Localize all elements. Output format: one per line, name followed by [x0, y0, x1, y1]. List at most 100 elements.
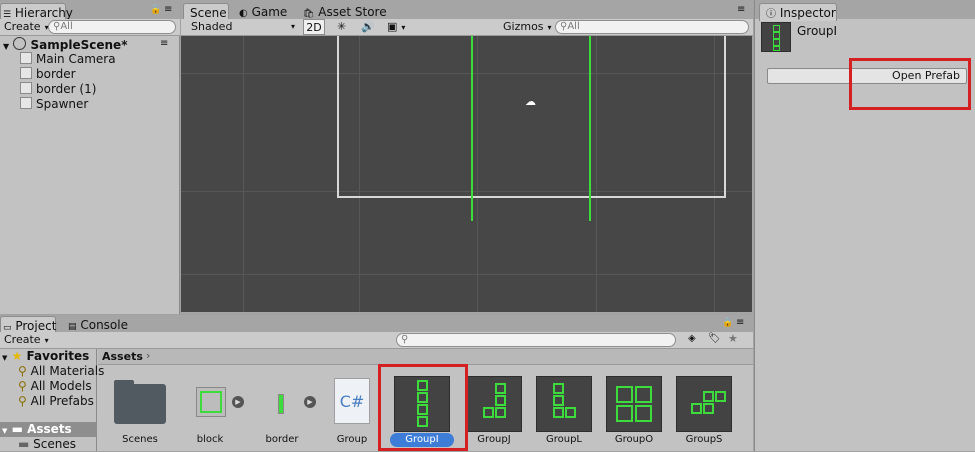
favorite-star-icon[interactable]: ★: [728, 332, 738, 345]
expand-arrow-icon[interactable]: ▼: [2, 427, 7, 435]
project-toolbar: Create ▾ ⚲ ◈ 🏷 ★: [0, 332, 753, 349]
speaker-icon: 🔊: [361, 20, 375, 33]
asset-label: GroupS: [685, 434, 723, 445]
tile-block: [715, 391, 726, 402]
project-search-input[interactable]: ⚲: [396, 333, 676, 347]
csharp-script-icon: C#: [334, 378, 370, 424]
filter-by-label-icon[interactable]: 🏷: [708, 333, 721, 344]
breadcrumb: Assets ›: [98, 349, 753, 365]
star-icon: ★: [11, 349, 23, 363]
folder-tab: [114, 380, 134, 386]
tile-block: [553, 383, 564, 394]
asset-label: Scenes: [122, 434, 158, 445]
hierarchy-toolbar: Create ▾ ⚲All: [0, 19, 180, 36]
dropdown-arrow-icon: ▾: [44, 336, 49, 345]
project-create-dropdown[interactable]: Create ▾: [0, 332, 53, 348]
grid-line: [181, 274, 752, 275]
expand-sprite-arrow-icon[interactable]: ▶: [304, 396, 316, 408]
scene-root-item[interactable]: ▼ SampleScene*: [3, 37, 175, 52]
tile-block: [495, 407, 506, 418]
inspector-object-name: GroupI: [797, 24, 838, 38]
audio-toggle[interactable]: 🔊: [357, 19, 377, 35]
console-icon: ▤: [68, 322, 77, 332]
breadcrumb-chevron-icon: ›: [146, 349, 151, 362]
tab-inspector[interactable]: ⓘ Inspector: [759, 3, 837, 21]
dropdown-arrow-icon: ▾: [547, 23, 552, 32]
hierarchy-item-main-camera[interactable]: Main Camera: [20, 52, 116, 67]
search-icon: ⚲: [401, 334, 409, 345]
gameobject-cube-icon: [20, 52, 32, 64]
favorites-header[interactable]: ▼ ★ Favorites: [2, 349, 89, 364]
favorite-item-all-materials[interactable]: ⚲ All Materials: [18, 364, 104, 379]
scene-toolbar: Shaded ▾ 2D ✳ 🔊 ▣ ▾ Gizmos ▾ ⚲All: [181, 19, 753, 36]
hierarchy-panel: ☰ Hierarchy 🔒 ≡ Create ▾ ⚲All ▼ SampleSce…: [0, 0, 180, 314]
favorite-item-all-prefabs[interactable]: ⚲ All Prefabs: [18, 394, 94, 409]
project-folder-tree: ▼ ★ Favorites ⚲ All Materials ⚲ All Mode…: [0, 349, 104, 452]
tile-block: [703, 391, 714, 402]
gizmos-dropdown[interactable]: Gizmos ▾: [499, 19, 556, 35]
scene-viewport[interactable]: ☁: [181, 36, 752, 312]
tile-block: [703, 403, 714, 414]
prefab-thumbnail: [536, 376, 592, 432]
search-icon: ⚲: [18, 364, 27, 378]
tile-block: [691, 403, 702, 414]
breadcrumb-assets[interactable]: Assets: [102, 350, 143, 363]
scene-menu-icon[interactable]: ≡: [160, 38, 168, 49]
tile-block: [635, 405, 652, 422]
tile-block: [553, 395, 564, 406]
folder-icon: ▬: [18, 437, 30, 451]
audio-source-gizmo-icon[interactable]: ☁: [525, 95, 536, 108]
hierarchy-item-border-1[interactable]: border (1): [20, 82, 96, 97]
border-right-object[interactable]: [589, 36, 591, 221]
hierarchy-create-dropdown[interactable]: Create ▾: [0, 19, 53, 35]
folder-item-assets[interactable]: ▼ ▬ Assets: [0, 422, 97, 437]
lighting-toggle[interactable]: ✳: [333, 19, 353, 35]
sprite-thumbnail: [278, 394, 284, 414]
tile-block: [495, 383, 506, 394]
expand-arrow-icon[interactable]: ▼: [2, 354, 7, 362]
sprite-thumbnail: [196, 387, 226, 417]
prefab-thumbnail: [676, 376, 732, 432]
grid-line: [243, 36, 244, 312]
tile-block: [483, 407, 494, 418]
pacman-icon: ◐: [239, 8, 248, 19]
lock-icon[interactable]: 🔒: [150, 5, 161, 15]
effects-dropdown[interactable]: ▣ ▾: [383, 19, 413, 35]
scene-search-input[interactable]: ⚲All: [555, 20, 749, 34]
favorite-item-all-models[interactable]: ⚲ All Models: [18, 379, 92, 394]
2d-mode-toggle[interactable]: 2D: [303, 19, 325, 35]
prefab-thumbnail: [466, 376, 522, 432]
panel-menu-icon[interactable]: ≡: [736, 317, 744, 328]
tile-block: [565, 407, 576, 418]
expand-arrow-icon[interactable]: ▼: [3, 42, 9, 51]
asset-label: Group: [336, 434, 368, 445]
folder-icon: [114, 380, 166, 424]
asset-label: block: [196, 434, 224, 445]
search-icon: ⚲: [18, 379, 27, 393]
unity-scene-icon: [13, 37, 27, 50]
folder-item-scenes[interactable]: ▬ Scenes: [18, 437, 76, 452]
prefab-thumbnail: [761, 22, 791, 52]
asset-label: GroupL: [545, 434, 582, 445]
shading-mode-dropdown[interactable]: Shaded ▾: [187, 19, 297, 35]
tile-block: [616, 405, 633, 422]
sun-icon: ✳: [337, 20, 347, 33]
image-icon: ▣: [387, 20, 398, 33]
panel-menu-icon[interactable]: ≡: [164, 4, 172, 15]
prefab-thumbnail: [606, 376, 662, 432]
lock-icon[interactable]: 🔒: [722, 318, 733, 328]
panel-menu-icon[interactable]: ≡: [737, 4, 745, 15]
hierarchy-item-spawner[interactable]: Spawner: [20, 97, 88, 112]
highlight-box: [378, 364, 468, 451]
tile-block: [553, 407, 564, 418]
tile-block: [773, 39, 780, 46]
border-left-object[interactable]: [471, 36, 473, 221]
hierarchy-search-input[interactable]: ⚲All: [48, 20, 176, 34]
gameobject-cube-icon: [20, 67, 32, 79]
filter-by-type-icon[interactable]: ◈: [688, 333, 696, 344]
hierarchy-item-border[interactable]: border: [20, 67, 76, 82]
expand-sprite-arrow-icon[interactable]: ▶: [232, 396, 244, 408]
gameobject-cube-icon: [20, 82, 32, 94]
tile-block: [773, 46, 780, 51]
tile-block: [635, 386, 652, 403]
